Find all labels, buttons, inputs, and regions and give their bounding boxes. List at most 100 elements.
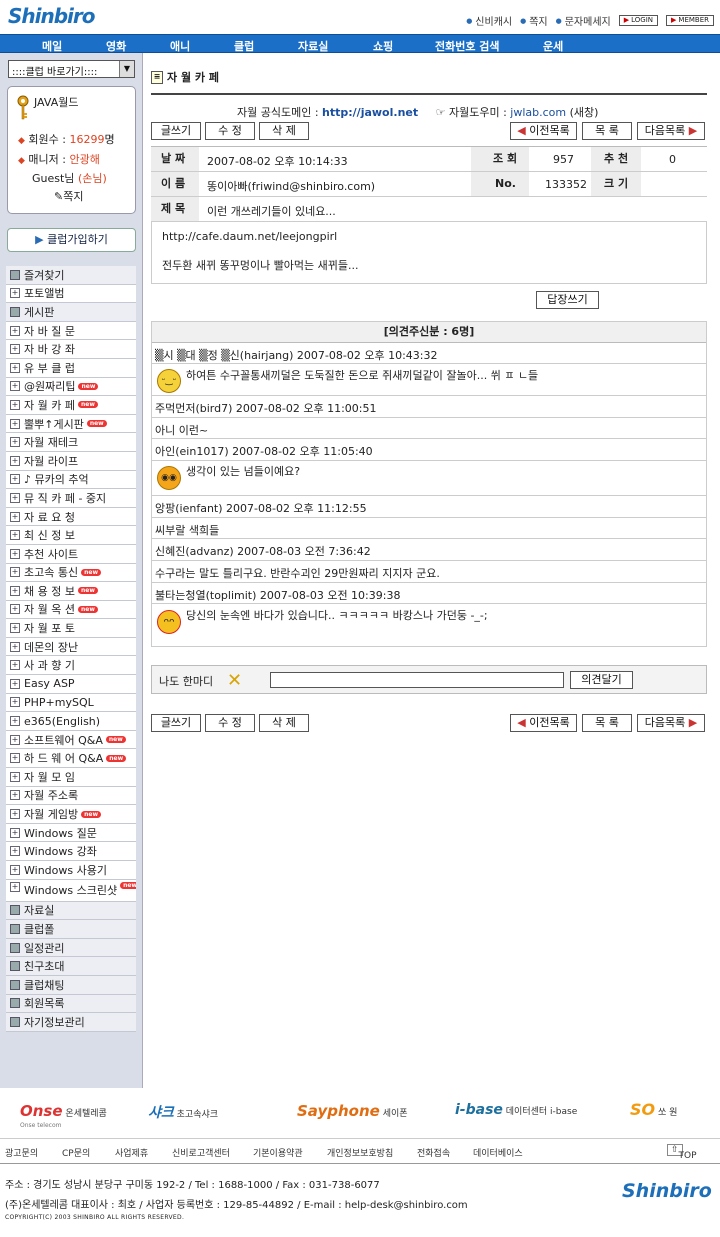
- helper-link[interactable]: jwlab.com: [510, 106, 566, 119]
- sidebar-item[interactable]: + Windows 강좌: [6, 842, 136, 861]
- comment-input[interactable]: [270, 672, 564, 688]
- sidebar-item[interactable]: + 하 드 웨 어 Q&A new: [6, 749, 136, 769]
- delete-button[interactable]: 삭 제: [259, 122, 309, 140]
- new-badge-icon: new: [86, 420, 107, 428]
- sidebar-item[interactable]: + 소프트웨어 Q&A new: [6, 730, 136, 750]
- sidebar-item[interactable]: 클럽폴: [6, 920, 136, 939]
- sidebar-item[interactable]: + 자 바 강 좌: [6, 340, 136, 359]
- name-label: 이 름: [151, 172, 199, 196]
- sidebar-item[interactable]: + 자 료 요 청: [6, 507, 136, 527]
- sidebar-item[interactable]: + Windows 질문: [6, 823, 136, 843]
- sidebar-item[interactable]: + 추천 사이트: [6, 544, 136, 564]
- sidebar-item[interactable]: + 뮤 직 카 페 - 중지: [6, 489, 136, 508]
- footer-link-database[interactable]: 데이터베이스: [473, 1146, 523, 1159]
- sidebar-item[interactable]: + ♪ 뮤카의 추억: [6, 470, 136, 490]
- footer-link-terms[interactable]: 기본이용약관: [253, 1146, 303, 1159]
- edit-button[interactable]: 수 정: [205, 122, 255, 140]
- gnav-mail[interactable]: 메일: [42, 38, 62, 54]
- new-badge-icon: new: [120, 881, 136, 889]
- chevron-down-icon[interactable]: ▼: [119, 61, 134, 77]
- gnav-anime[interactable]: 애니: [170, 38, 190, 54]
- member-button[interactable]: ▶ MEMBER: [666, 15, 714, 26]
- note-link[interactable]: ✎쪽지: [54, 188, 83, 204]
- gnav-club[interactable]: 클럽: [234, 38, 254, 54]
- sidebar-item[interactable]: 회원목록: [6, 994, 136, 1014]
- list-button-bottom[interactable]: 목 록: [582, 714, 632, 732]
- join-club-button[interactable]: ▶ 클럽가입하기: [7, 228, 136, 252]
- next-list-button[interactable]: 다음목록 ▶: [637, 122, 705, 140]
- sidebar-item[interactable]: 자료실: [6, 901, 136, 921]
- soone-logo[interactable]: SO 쏘 원: [630, 1100, 677, 1119]
- sidebar-item[interactable]: + 자월 게임방 new: [6, 805, 136, 824]
- sidebar-item[interactable]: 클럽채팅: [6, 975, 136, 995]
- gnav-movie[interactable]: 영화: [106, 38, 126, 54]
- sidebar-item[interactable]: + 자 월 포 토: [6, 619, 136, 638]
- sidebar-item[interactable]: + 자 월 옥 션 new: [6, 600, 136, 620]
- answer-button[interactable]: 답장쓰기: [536, 291, 599, 309]
- footer-link-dialup[interactable]: 전화접속: [417, 1146, 450, 1159]
- club-quick-select[interactable]: ::::클럽 바로가기:::: ▼: [8, 60, 135, 78]
- gnav-phone-search[interactable]: 전화번호 검색: [435, 38, 500, 54]
- sidebar-item[interactable]: 즐겨찾기: [6, 266, 136, 285]
- shark-logo[interactable]: 샤크 초고속샤크: [148, 1102, 218, 1122]
- sidebar-item[interactable]: + Windows 스크린샷 new: [6, 879, 136, 902]
- sidebar-item[interactable]: + 유 부 클 럽: [6, 358, 136, 378]
- edit-button-bottom[interactable]: 수 정: [205, 714, 255, 732]
- emoticon-x-icon[interactable]: ✕: [227, 670, 242, 691]
- sidebar-item[interactable]: + 뿔뿌↑게시판 new: [6, 414, 136, 434]
- footer-link-ad[interactable]: 광고문의: [5, 1146, 38, 1159]
- sidebar-item[interactable]: 게시판: [6, 303, 136, 322]
- login-button[interactable]: ▶ LOGIN: [618, 15, 659, 26]
- sidebar-item[interactable]: 자기정보관리: [6, 1013, 136, 1032]
- delete-button-bottom[interactable]: 삭 제: [259, 714, 309, 732]
- footer-link-support[interactable]: 신비로고객센터: [172, 1146, 230, 1159]
- sidebar-item[interactable]: + e365(English): [6, 712, 136, 731]
- top-button[interactable]: ⇧ TOP: [667, 1144, 697, 1161]
- write-button[interactable]: 글쓰기: [151, 122, 201, 140]
- footer-shinbiro-logo[interactable]: Shinbiro: [622, 1180, 712, 1202]
- memo-icon: ≡: [151, 70, 163, 84]
- plus-box-icon: +: [10, 864, 20, 875]
- next-list-button-bottom[interactable]: 다음목록 ▶: [637, 714, 705, 732]
- sidebar-item[interactable]: + 자월 라이프: [6, 451, 136, 471]
- sidebar-item[interactable]: + 초고속 통신 new: [6, 563, 136, 583]
- onse-logo[interactable]: Onse 온세텔레콤: [20, 1102, 107, 1120]
- sidebar-item[interactable]: 일정관리: [6, 938, 136, 958]
- sidebar-item[interactable]: + 자월 재테크: [6, 433, 136, 452]
- sayphone-logo[interactable]: Sayphone 세이폰: [297, 1102, 408, 1120]
- gnav-fortune[interactable]: 운세: [543, 38, 563, 54]
- submit-comment-button[interactable]: 의견달기: [570, 671, 633, 689]
- shinbiro-logo[interactable]: Shinbiro: [8, 4, 96, 28]
- post-body-link[interactable]: http://cafe.daum.net/leejongpirl: [162, 230, 337, 243]
- top-link-note[interactable]: ● 쪽지: [520, 13, 548, 29]
- sidebar-item[interactable]: + 자 바 질 문: [6, 321, 136, 341]
- write-button-bottom[interactable]: 글쓰기: [151, 714, 201, 732]
- sidebar-item[interactable]: + 채 용 정 보 new: [6, 582, 136, 601]
- sidebar-item[interactable]: + 데몬의 장난: [6, 637, 136, 657]
- author-name[interactable]: 똥이아빠(friwind@shinbiro.com): [207, 178, 375, 194]
- official-domain-link[interactable]: http://jawol.net: [322, 106, 418, 119]
- sidebar-item[interactable]: + 최 신 정 보: [6, 526, 136, 545]
- sidebar-item[interactable]: 친구초대: [6, 957, 136, 976]
- sidebar-item[interactable]: + 사 과 향 기: [6, 656, 136, 676]
- gnav-archive[interactable]: 자료실: [298, 38, 328, 54]
- sidebar-item[interactable]: + 포토앨범: [6, 284, 136, 304]
- sidebar-item[interactable]: + 자 월 카 페 new: [6, 396, 136, 415]
- footer-link-partner[interactable]: 사업제휴: [115, 1146, 148, 1159]
- sidebar-item[interactable]: + PHP+mySQL: [6, 693, 136, 713]
- sidebar-item[interactable]: + 자 월 모 임: [6, 768, 136, 787]
- footer-link-cp[interactable]: CP문의: [62, 1146, 90, 1159]
- top-link-cash[interactable]: ● 신비캐시: [466, 13, 512, 29]
- sidebar-item[interactable]: + Easy ASP: [6, 675, 136, 694]
- prev-list-button-bottom[interactable]: ◀ 이전목록: [510, 714, 577, 732]
- top-link-sms[interactable]: ● 문자메세지: [556, 13, 611, 29]
- ibase-logo[interactable]: i-base 데이터센터 i-base: [455, 1102, 577, 1118]
- domain-info: 자월 공식도메인 : http://jawol.net ☞ 자월도우미 : jw…: [237, 106, 599, 119]
- prev-list-button[interactable]: ◀ 이전목록: [510, 122, 577, 140]
- sidebar-item[interactable]: + 자월 주소록: [6, 786, 136, 806]
- sidebar-item[interactable]: + Windows 사용기: [6, 861, 136, 880]
- footer-link-privacy[interactable]: 개인정보보호방침: [327, 1146, 393, 1159]
- list-button[interactable]: 목 록: [582, 122, 632, 140]
- gnav-shopping[interactable]: 쇼핑: [373, 38, 393, 54]
- sidebar-item[interactable]: + @원짜리팁 new: [6, 377, 136, 397]
